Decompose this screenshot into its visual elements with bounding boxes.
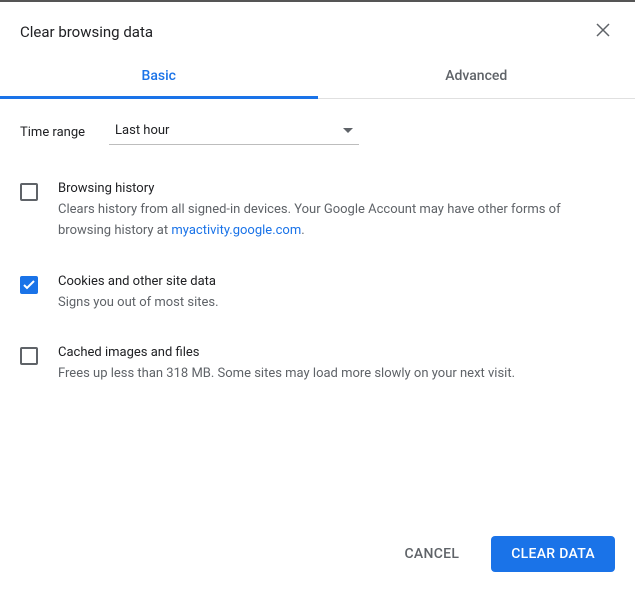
option-browsing-history-desc: Clears history from all signed-in device…: [58, 200, 615, 242]
time-range-dropdown[interactable]: Last hour: [109, 119, 359, 145]
tab-advanced[interactable]: Advanced: [318, 54, 635, 98]
myactivity-link[interactable]: myactivity.google.com: [171, 223, 301, 238]
option-browsing-history-title: Browsing history: [58, 181, 615, 196]
checkbox-browsing-history[interactable]: [20, 183, 38, 201]
cancel-button[interactable]: CANCEL: [384, 536, 479, 572]
tab-basic[interactable]: Basic: [0, 54, 318, 98]
time-range-label: Time range: [20, 125, 85, 140]
option-cached-desc: Frees up less than 318 MB. Some sites ma…: [58, 364, 615, 385]
checkmark-icon: [23, 280, 35, 290]
dialog-title: Clear browsing data: [20, 23, 153, 41]
checkbox-cached[interactable]: [20, 347, 38, 365]
chevron-down-icon: [343, 123, 353, 138]
option-cached-title: Cached images and files: [58, 345, 615, 360]
checkbox-cookies[interactable]: [20, 276, 38, 294]
clear-data-button[interactable]: CLEAR DATA: [491, 536, 615, 572]
close-icon: [595, 22, 611, 38]
option-cookies-title: Cookies and other site data: [58, 274, 615, 289]
option-cookies-desc: Signs you out of most sites.: [58, 293, 615, 314]
tab-bar: Basic Advanced: [0, 54, 635, 99]
time-range-selected: Last hour: [115, 123, 169, 138]
close-button[interactable]: [591, 18, 615, 46]
